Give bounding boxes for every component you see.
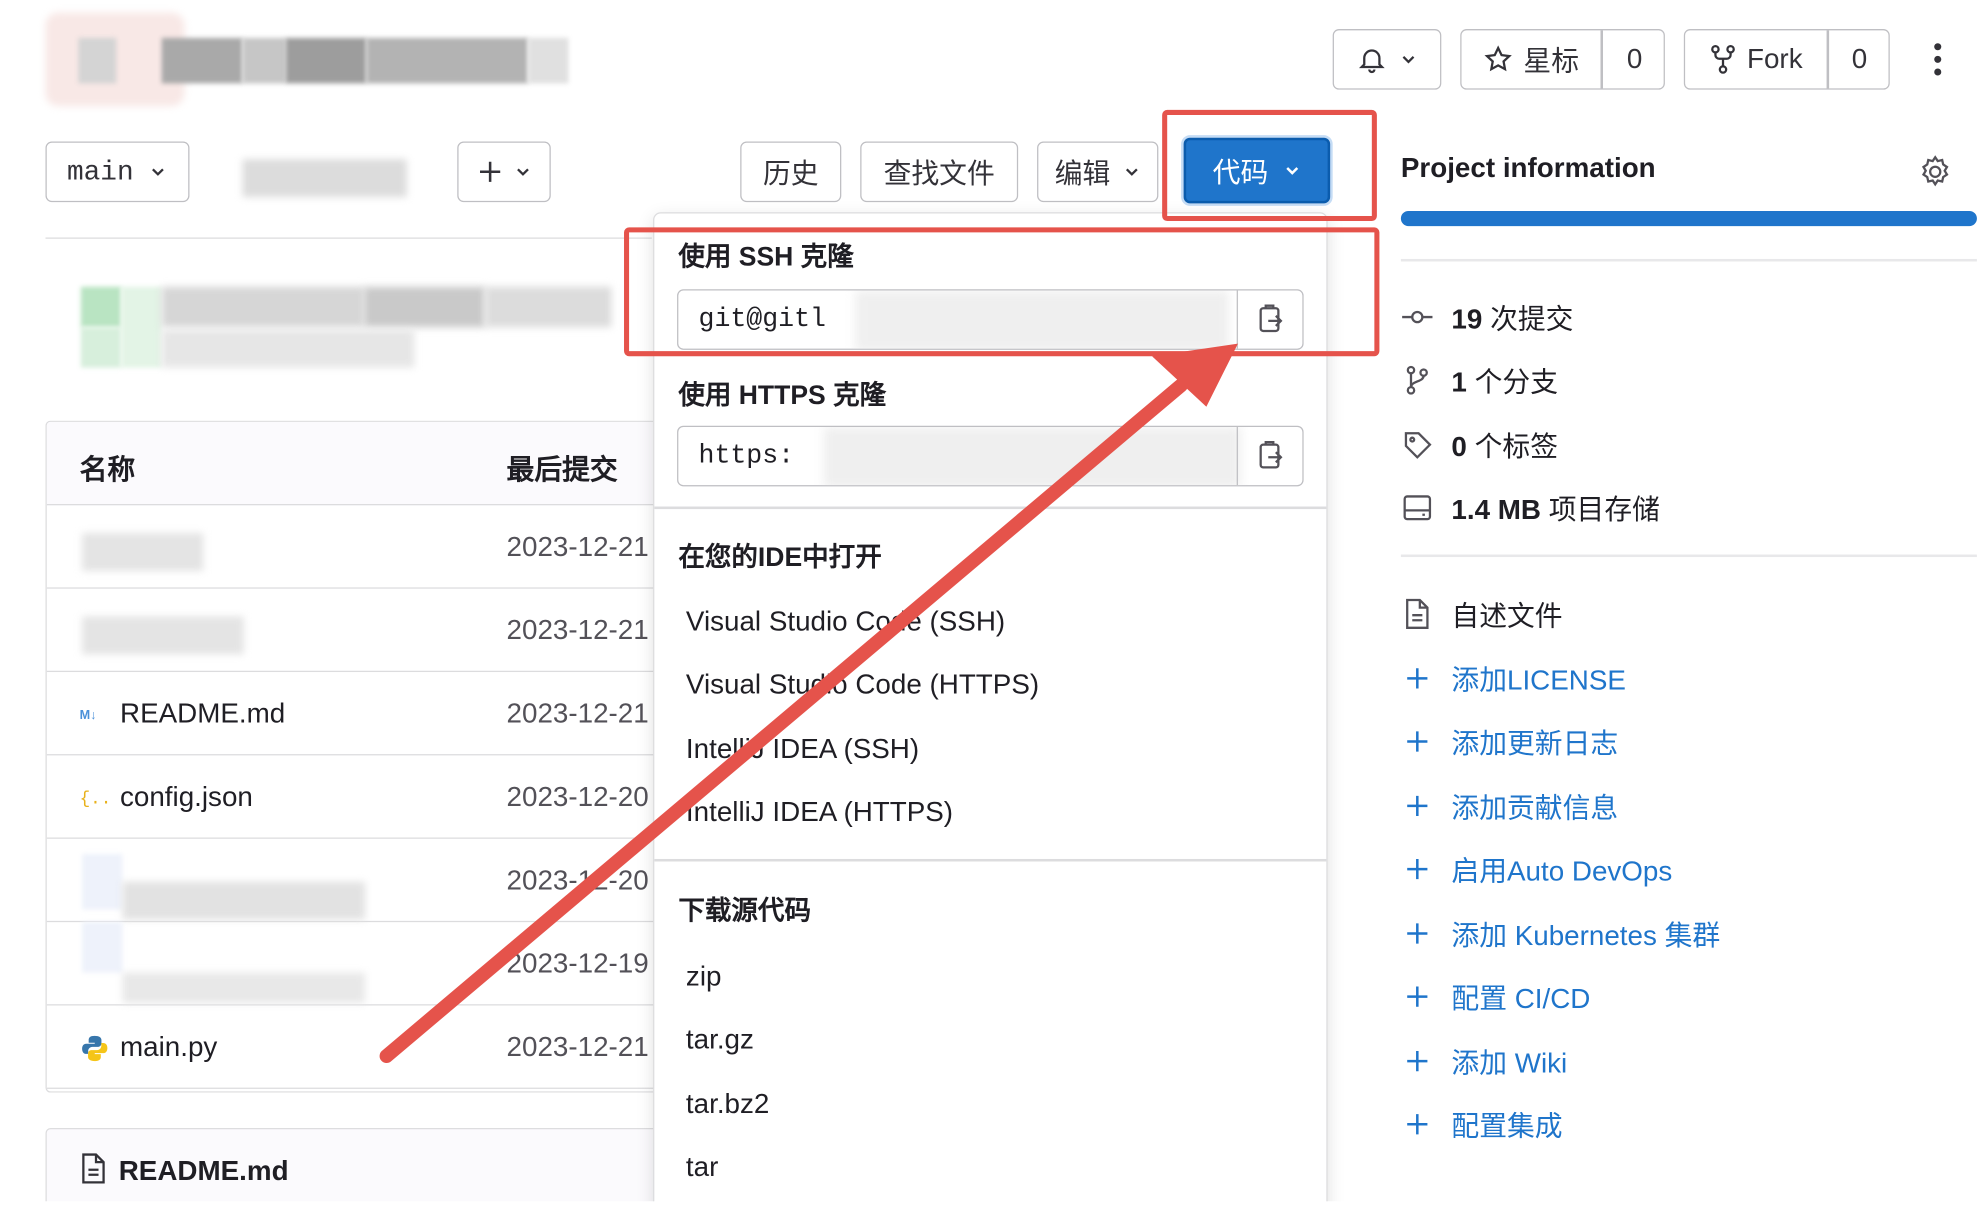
annotation-arrow [379,343,1238,1063]
